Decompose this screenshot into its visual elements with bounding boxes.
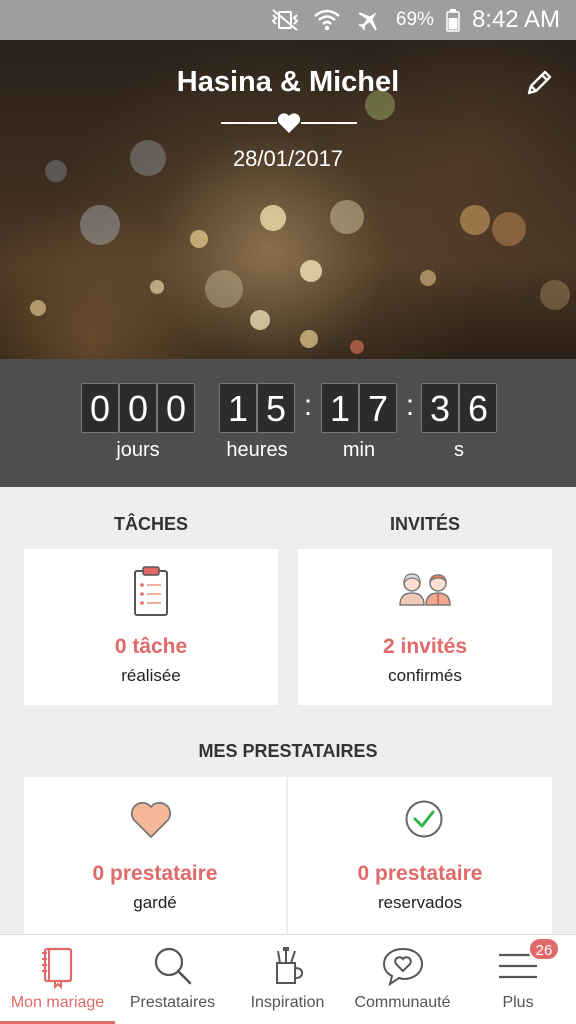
vendors-booked-sub: reservados [377, 893, 463, 912]
notification-badge: 26 [528, 937, 560, 961]
seconds-label: s [454, 439, 464, 461]
guests-title: INVITÉS [389, 514, 460, 534]
vendors-kept-card[interactable]: 0 prestataire gardé [24, 777, 286, 937]
vendors-kept-sub: gardé [133, 893, 177, 912]
clock: 8:42 AM [471, 6, 560, 33]
wifi-icon [312, 8, 342, 32]
guests-sub: confirmés [388, 666, 462, 685]
pencil-cup-icon [275, 947, 303, 984]
nav-label: Mon mariage [10, 994, 105, 1011]
hours-digit: 5 [257, 383, 295, 433]
nav-label: Communauté [354, 994, 451, 1011]
hero-banner: Hasina & Michel 28/01/2017 [0, 40, 576, 359]
checkmark-circle-icon [405, 800, 443, 838]
nav-mon-mariage[interactable]: Mon mariage [0, 935, 115, 1024]
minutes-label: min [342, 439, 376, 461]
bottom-navigation: Mon mariage Prestataires Inspiration Com… [0, 934, 576, 1024]
heart-icon [277, 113, 301, 133]
countdown-separator: : [303, 389, 313, 422]
nav-label: Prestataires [129, 994, 216, 1011]
vendors-booked-count: 0 prestataire [357, 862, 483, 885]
guests-card[interactable]: 2 invités confirmés [298, 549, 552, 705]
nav-communaute[interactable]: Communauté [345, 935, 460, 1024]
heart-icon [130, 801, 172, 838]
tasks-title: TÂCHES [113, 514, 188, 534]
days-label: jours [116, 439, 160, 461]
vendors-kept-count: 0 prestataire [92, 862, 218, 885]
battery-icon [446, 8, 460, 32]
book-icon [41, 947, 72, 989]
battery-percent: 69% [395, 9, 434, 30]
countdown: 0 0 0 1 5 : 1 7 : 3 6 jours heures min s [0, 359, 576, 487]
nav-inspiration[interactable]: Inspiration [230, 935, 345, 1024]
days-digit: 0 [81, 383, 119, 433]
vendors-booked-card[interactable]: 0 prestataire reservados [288, 777, 552, 937]
minutes-digit: 1 [321, 383, 359, 433]
vendors-title: MES PRESTATAIRES [198, 741, 378, 761]
tasks-sub: réalisée [121, 666, 181, 685]
tasks-card[interactable]: 0 tâche réalisée [24, 549, 278, 705]
guests-count: 2 invités [382, 635, 468, 658]
nav-label: Plus [502, 994, 534, 1011]
search-icon [154, 947, 191, 985]
minutes-digit: 7 [359, 383, 397, 433]
hours-label: heures [226, 439, 288, 461]
countdown-separator: : [405, 389, 415, 422]
seconds-digit: 6 [459, 383, 497, 433]
wedding-date: 28/01/2017 [232, 146, 344, 171]
clipboard-icon [134, 566, 168, 616]
guests-icon [399, 573, 451, 606]
pencil-icon [527, 70, 552, 95]
days-digit: 0 [157, 383, 195, 433]
chat-heart-icon [382, 947, 423, 987]
edit-button[interactable] [524, 68, 554, 98]
tasks-count: 0 tâche [114, 635, 188, 658]
couple-names: Hasina & Michel [176, 66, 400, 98]
hours-digit: 1 [219, 383, 257, 433]
vibrate-mute-icon [270, 8, 300, 32]
airplane-mode-icon [354, 8, 384, 32]
heart-divider [221, 112, 357, 136]
seconds-digit: 3 [421, 383, 459, 433]
days-digit: 0 [119, 383, 157, 433]
nav-label: Inspiration [250, 994, 325, 1011]
status-bar: 69% 8:42 AM [0, 0, 576, 40]
nav-prestataires[interactable]: Prestataires [115, 935, 230, 1024]
